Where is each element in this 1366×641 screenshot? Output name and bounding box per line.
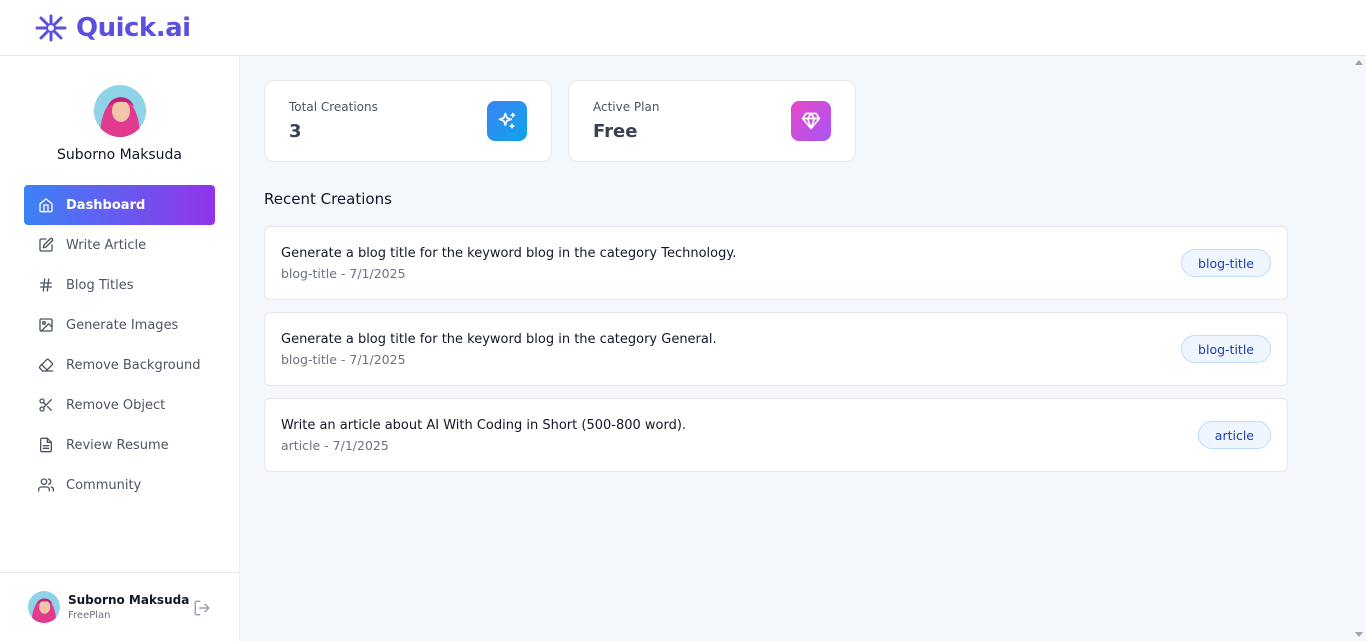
brand-name: Quick.ai bbox=[76, 12, 191, 43]
creation-meta: article - 7/1/2025 bbox=[281, 438, 389, 453]
sidebar-item-remove-object[interactable]: Remove Object bbox=[24, 385, 215, 425]
top-bar: Quick.ai bbox=[0, 0, 1366, 56]
footer-user-name: Suborno Maksuda bbox=[68, 593, 190, 607]
profile-name: Suborno Maksuda bbox=[56, 147, 182, 163]
section-title: Recent Creations bbox=[264, 190, 392, 208]
sidebar-profile: Suborno Maksuda bbox=[0, 56, 239, 163]
sidebar-item-dashboard[interactable]: Dashboard bbox=[24, 185, 215, 225]
sidebar-item-write-article[interactable]: Write Article bbox=[24, 225, 215, 265]
sidebar-item-generate-images[interactable]: Generate Images bbox=[24, 305, 215, 345]
image-icon bbox=[38, 317, 54, 333]
creation-meta: blog-title - 7/1/2025 bbox=[281, 352, 406, 367]
creation-item[interactable]: Write an article about AI With Coding in… bbox=[264, 398, 1288, 472]
creation-prompt: Generate a blog title for the keyword bl… bbox=[281, 246, 737, 261]
scrollbar[interactable] bbox=[1352, 56, 1366, 641]
footer-user-plan: FreePlan bbox=[68, 610, 111, 621]
edit-icon bbox=[38, 237, 54, 253]
users-icon bbox=[38, 477, 54, 493]
creation-item[interactable]: Generate a blog title for the keyword bl… bbox=[264, 226, 1288, 300]
sidebar-item-remove-background[interactable]: Remove Background bbox=[24, 345, 215, 385]
eraser-icon bbox=[38, 357, 54, 373]
logo-icon bbox=[32, 13, 70, 43]
sidebar-item-label: Generate Images bbox=[66, 317, 179, 333]
scissors-icon bbox=[38, 397, 54, 413]
sidebar-item-label: Dashboard bbox=[66, 197, 146, 213]
creation-type-badge: article bbox=[1197, 421, 1271, 449]
creation-prompt: Write an article about AI With Coding in… bbox=[281, 418, 687, 433]
card-label: Total Creations bbox=[289, 100, 378, 114]
hash-icon bbox=[38, 277, 54, 293]
main-content: Total Creations 3 Active Plan Free Recen… bbox=[240, 56, 1352, 641]
sidebar-item-community[interactable]: Community bbox=[24, 465, 215, 505]
avatar[interactable] bbox=[93, 85, 146, 137]
sidebar: Suborno Maksuda Dashboard Write Article … bbox=[0, 56, 240, 641]
total-creations-card: Total Creations 3 bbox=[264, 80, 552, 162]
sidebar-item-review-resume[interactable]: Review Resume bbox=[24, 425, 215, 465]
sidebar-item-label: Remove Background bbox=[66, 357, 201, 373]
avatar[interactable] bbox=[28, 591, 60, 623]
file-text-icon bbox=[38, 437, 54, 453]
scroll-up-arrow[interactable] bbox=[1355, 60, 1363, 65]
home-icon bbox=[38, 197, 54, 213]
sidebar-item-label: Blog Titles bbox=[66, 277, 134, 293]
sparkles-icon bbox=[487, 101, 527, 141]
sidebar-nav: Dashboard Write Article Blog Titles Gene… bbox=[0, 185, 239, 505]
footer-user-info: Suborno Maksuda FreePlan bbox=[68, 593, 189, 621]
card-value: Free bbox=[593, 121, 638, 142]
gem-icon bbox=[791, 101, 831, 141]
sidebar-item-blog-titles[interactable]: Blog Titles bbox=[24, 265, 215, 305]
creation-type-badge: blog-title bbox=[1181, 335, 1271, 363]
creation-meta: blog-title - 7/1/2025 bbox=[281, 266, 406, 281]
sidebar-item-label: Community bbox=[66, 477, 142, 493]
logout-icon[interactable] bbox=[193, 599, 211, 617]
sidebar-item-label: Remove Object bbox=[66, 397, 166, 413]
sidebar-item-label: Write Article bbox=[66, 237, 147, 253]
card-label: Active Plan bbox=[593, 100, 660, 114]
creation-type-badge: blog-title bbox=[1181, 249, 1271, 277]
card-value: 3 bbox=[289, 121, 302, 142]
creation-item[interactable]: Generate a blog title for the keyword bl… bbox=[264, 312, 1288, 386]
active-plan-card: Active Plan Free bbox=[568, 80, 856, 162]
scroll-down-arrow[interactable] bbox=[1355, 632, 1363, 637]
creation-prompt: Generate a blog title for the keyword bl… bbox=[281, 332, 717, 347]
sidebar-footer: Suborno Maksuda FreePlan bbox=[0, 572, 240, 641]
brand-logo[interactable]: Quick.ai bbox=[32, 13, 191, 43]
sidebar-item-label: Review Resume bbox=[66, 437, 169, 453]
